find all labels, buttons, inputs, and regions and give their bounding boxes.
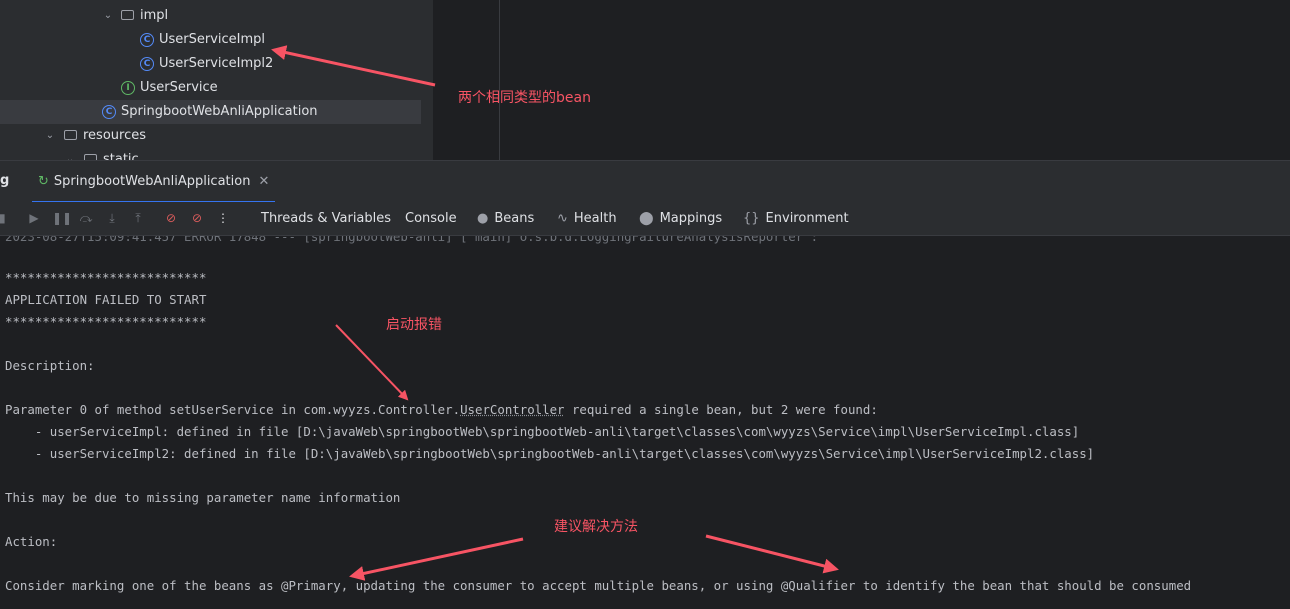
annotation-same-type-beans: 两个相同类型的bean [458,90,591,106]
annotation-startup-error: 启动报错 [386,317,442,333]
tree-item-label: UserServiceImpl2 [159,56,274,71]
tree-item-userserviceimpl[interactable]: C UserServiceImpl [0,28,433,52]
class-icon: C [140,57,154,71]
interface-icon: I [121,81,135,95]
environment-icon: {} [743,211,760,226]
tab-mappings[interactable]: ⬤ Mappings [639,210,722,228]
view-breakpoints-icon[interactable]: ⊘ [163,210,179,226]
step-into-icon[interactable]: ⤓ [104,210,120,226]
step-out-icon[interactable]: ⤒ [130,210,146,226]
console-line: Action: [5,534,58,549]
console-line: Consider marking one of the beans as @Pr… [5,578,1192,593]
project-tree: ⌄ impl C UserServiceImpl C UserServiceIm… [0,0,433,160]
stop-icon[interactable]: ■ [0,210,8,226]
tree-item-label: resources [83,128,147,143]
console-line: APPLICATION FAILED TO START [5,292,207,307]
annotation-suggested-fix: 建议解决方法 [554,519,638,535]
console-text: Parameter 0 of method setUserService in … [5,402,461,417]
tree-item-impl[interactable]: ⌄ impl [0,4,433,28]
console-line: 2023-08-27T15:09:41.457 ERROR 17848 --- … [5,236,819,244]
tree-item-resources[interactable]: ⌄ resources [0,124,433,148]
tree-item-label: UserService [140,80,218,95]
tree-item-userservice[interactable]: I UserService [0,76,433,100]
debug-toolbar: ■ ▶ ❚❚ ⤼ ⤓ ⤒ ⊘ ⊘ ⋮ Threads & Variables C… [0,202,1290,236]
spring-app-icon: C [102,105,116,119]
resources-folder-icon [64,130,77,140]
chevron-down-icon[interactable]: ⌄ [64,148,76,160]
editor-divider [499,0,500,160]
console-line: - userServiceImpl2: defined in file [D:\… [5,446,1095,461]
health-icon: ∿ [557,211,568,226]
console-text: required a single bean, but 2 were found… [564,402,878,417]
console-line: Parameter 0 of method setUserService in … [5,399,878,421]
tree-item-static[interactable]: ⌄ static [0,148,433,160]
console-line: - userServiceImpl: defined in file [D:\j… [5,424,1080,439]
tab-health[interactable]: ∿ Health [557,210,617,228]
tree-item-label: static [103,152,139,160]
class-link[interactable]: UserController [460,402,564,417]
tab-beans-label: Beans [494,211,535,226]
run-tab-label: SpringbootWebAnliApplication [53,174,251,189]
chevron-down-icon[interactable]: ⌄ [102,4,114,28]
console-output[interactable]: 2023-08-27T15:09:41.457 ERROR 17848 --- … [0,236,1290,609]
console-line: *************************** [5,270,207,285]
mute-breakpoints-icon[interactable]: ⊘ [189,210,205,226]
tab-environment[interactable]: {} Environment [743,210,849,228]
chevron-down-icon[interactable]: ⌄ [44,124,56,148]
run-config-tab[interactable]: ↻ SpringbootWebAnliApplication ✕ [32,167,276,203]
class-icon: C [140,33,154,47]
tab-health-label: Health [573,211,617,226]
tree-item-label: SpringbootWebAnliApplication [121,104,318,119]
resume-icon[interactable]: ▶ [26,210,42,226]
tab-console[interactable]: Console [405,210,457,228]
run-tab-bar: g ↻ SpringbootWebAnliApplication ✕ [0,160,1290,203]
tab-threads-variables[interactable]: Threads & Variables [261,210,391,228]
tab-environment-label: Environment [765,211,849,226]
spring-run-icon: ↻ [38,174,49,189]
tree-item-label: impl [140,8,169,23]
pause-icon[interactable]: ❚❚ [52,210,72,226]
close-icon[interactable]: ✕ [258,174,269,189]
tab-beans[interactable]: ● Beans [477,210,534,228]
mappings-icon: ⬤ [639,211,654,226]
tree-item-userserviceimpl2[interactable]: C UserServiceImpl2 [0,52,433,76]
console-line: *************************** [5,314,207,329]
beans-icon: ● [477,211,489,226]
step-over-icon[interactable]: ⤼ [78,210,94,226]
console-line: Description: [5,358,95,373]
tool-window-label: g [0,173,10,188]
console-line: This may be due to missing parameter nam… [5,490,401,505]
tree-item-label: UserServiceImpl [159,32,266,47]
folder-icon [121,10,134,20]
tree-item-springbootwebanliapplication[interactable]: C SpringbootWebAnliApplication [0,100,421,124]
editor-area [433,0,1290,160]
more-options-icon[interactable]: ⋮ [215,210,231,226]
tab-mappings-label: Mappings [659,211,723,226]
